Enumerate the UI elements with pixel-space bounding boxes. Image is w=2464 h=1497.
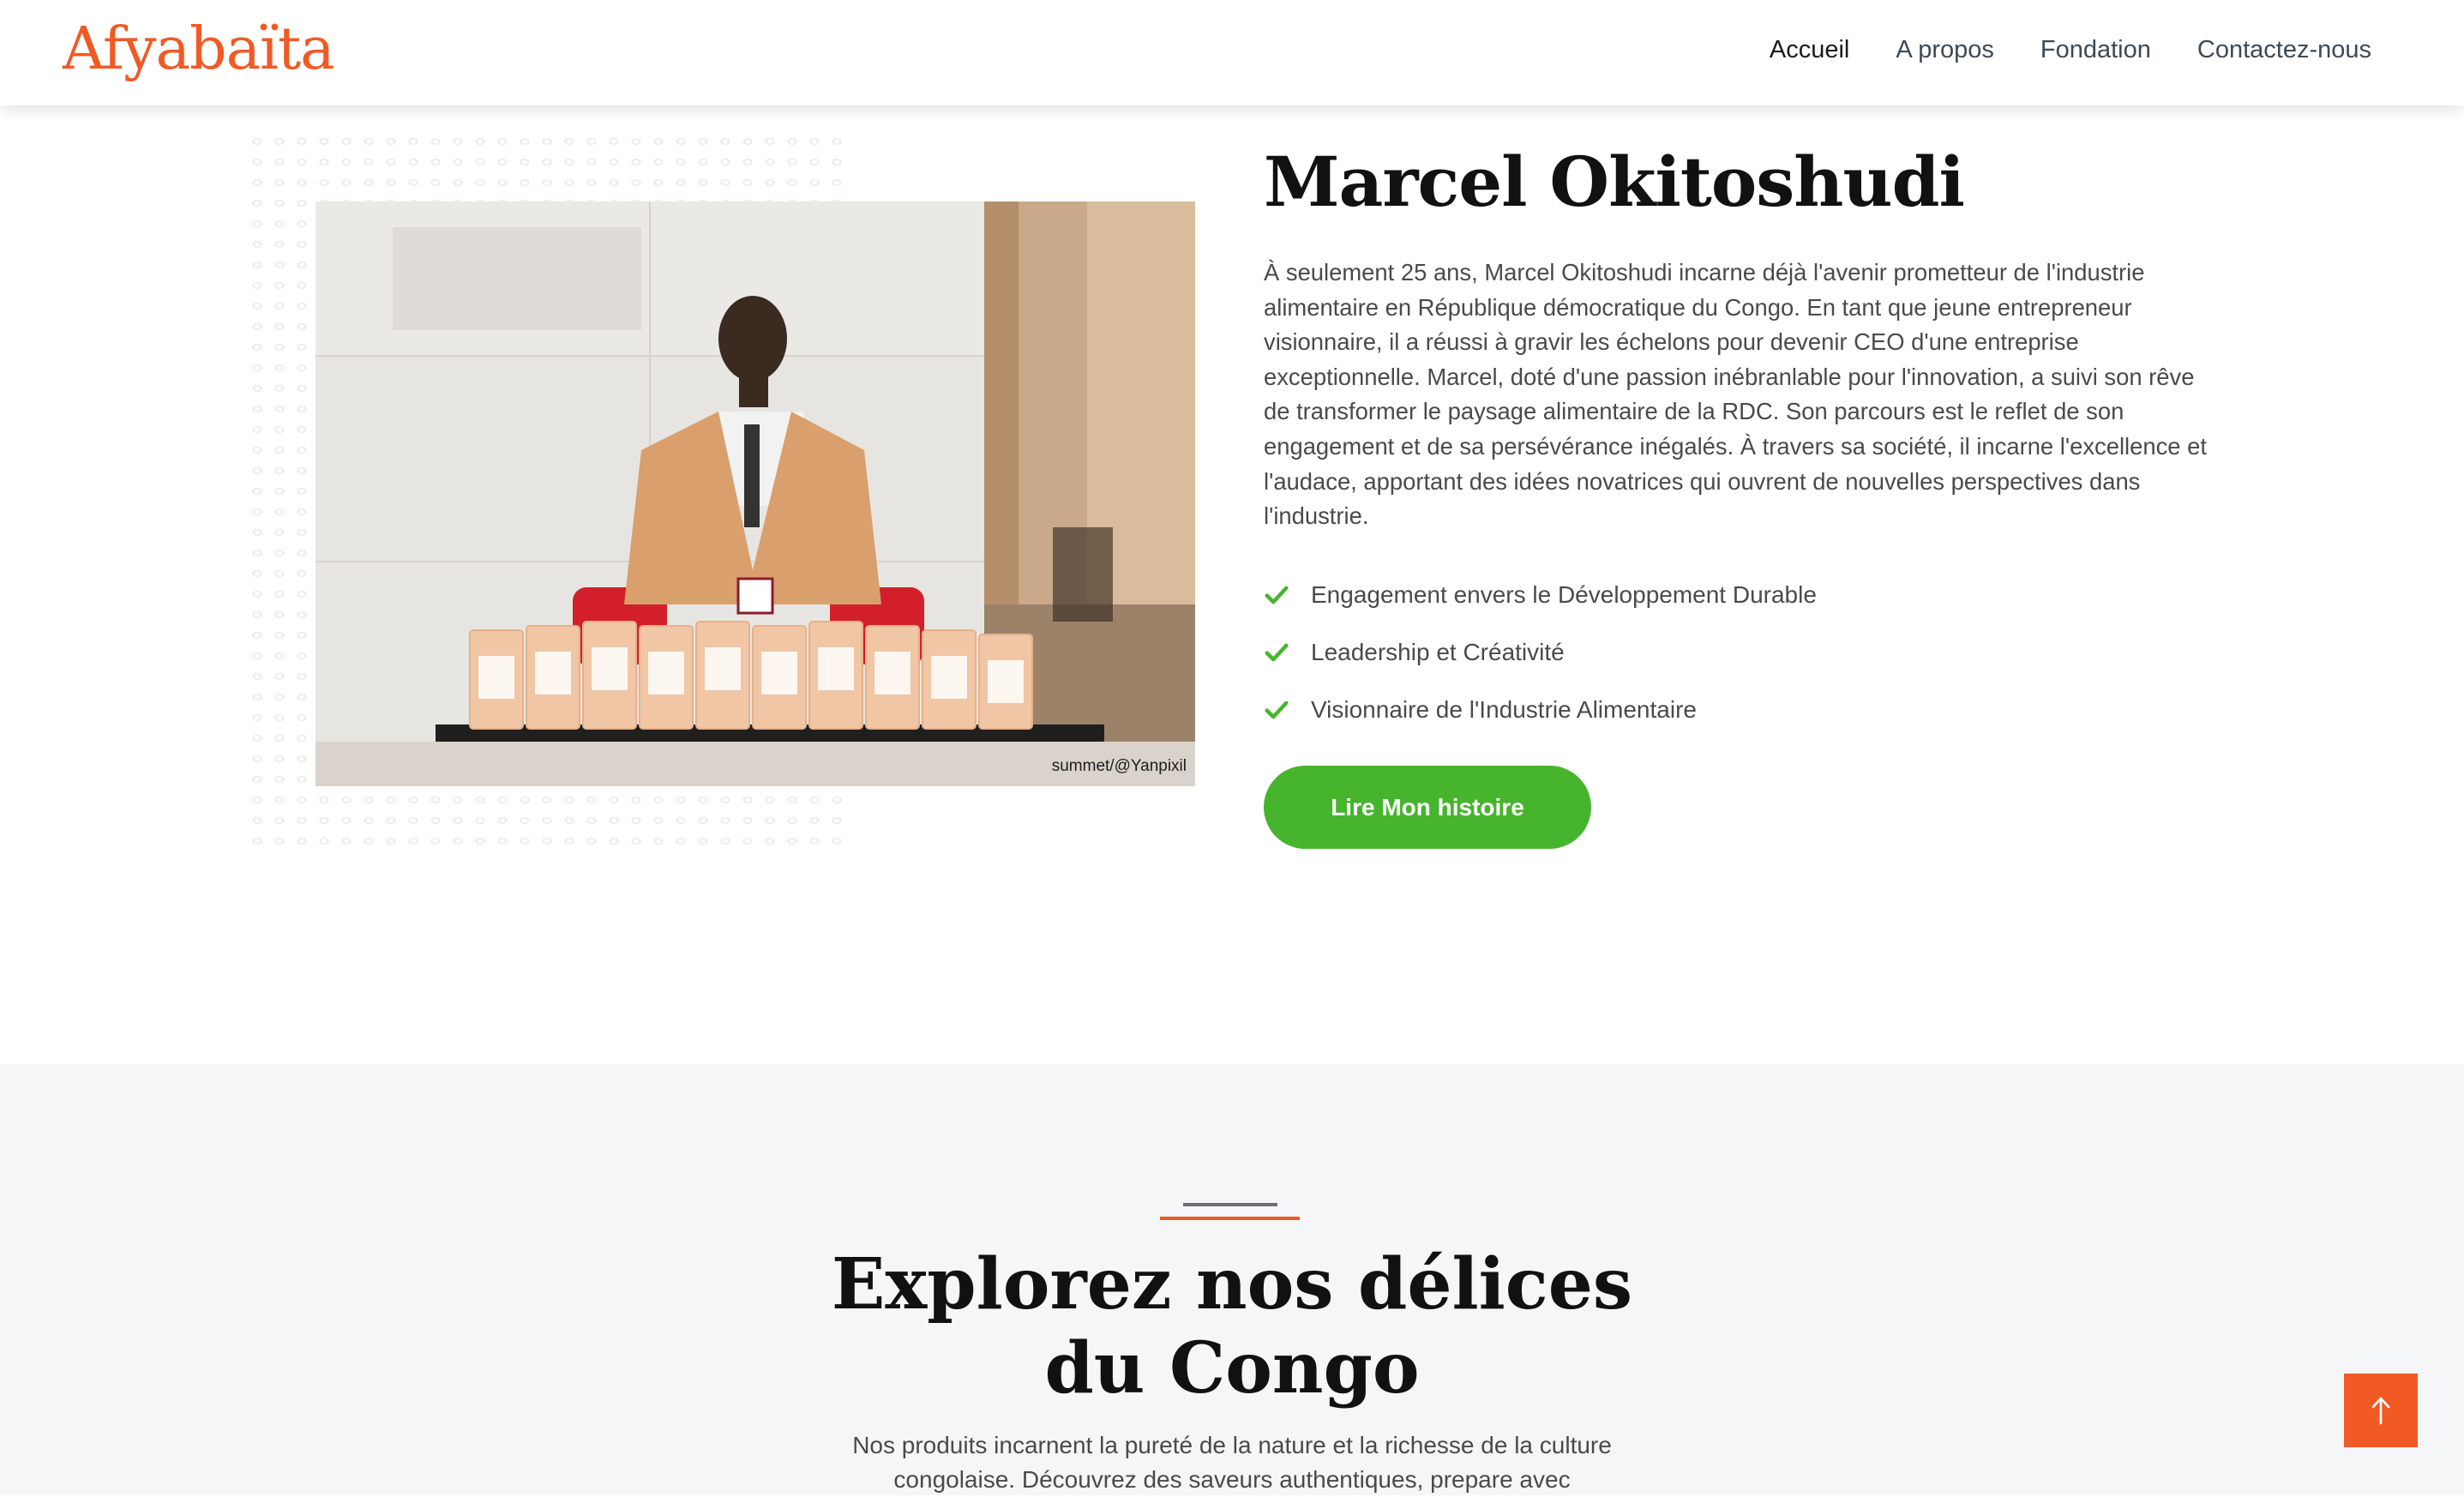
check-icon bbox=[1265, 643, 1289, 661]
nav-item-fondation[interactable]: Fondation bbox=[2040, 31, 2151, 69]
main-nav: Accueil A propos Fondation Contactez-nou… bbox=[1770, 31, 2371, 69]
feature-item: Engagement envers le Développement Durab… bbox=[1264, 566, 1817, 623]
check-icon bbox=[1265, 586, 1289, 604]
founder-photo: summet/@Yanpixil bbox=[316, 201, 1195, 786]
arrow-up-icon bbox=[2371, 1397, 2390, 1425]
nav-item-accueil[interactable]: Accueil bbox=[1770, 31, 1850, 69]
explore-section: Explorez nos délices du Congo Nos produi… bbox=[0, 1064, 2464, 1495]
nav-item-a-propos[interactable]: A propos bbox=[1896, 31, 1993, 69]
founder-name-heading: Marcel Okitoshudi bbox=[1264, 141, 1965, 222]
section-divider-dark bbox=[1183, 1203, 1277, 1206]
founder-bio: À seulement 25 ans, Marcel Okitoshudi in… bbox=[1264, 259, 2207, 530]
site-logo[interactable]: Afyabaïta bbox=[63, 12, 335, 87]
explore-heading-line2: du Congo bbox=[1044, 1327, 1420, 1410]
check-icon bbox=[1265, 700, 1289, 718]
feature-label: Engagement envers le Développement Durab… bbox=[1311, 580, 1817, 608]
photo-credit: summet/@Yanpixil bbox=[1051, 757, 1187, 775]
feature-item: Leadership et Créativité bbox=[1264, 623, 1817, 681]
back-to-top-button[interactable] bbox=[2344, 1374, 2418, 1447]
site-header: Afyabaïta Accueil A propos Fondation Con… bbox=[0, 0, 2464, 105]
nav-item-contact[interactable]: Contactez-nous bbox=[2197, 31, 2371, 69]
read-story-button[interactable]: Lire Mon histoire bbox=[1264, 766, 1591, 849]
explore-heading-line1: Explorez nos délices bbox=[831, 1243, 1633, 1326]
section-divider-accent bbox=[1160, 1217, 1300, 1220]
explore-description: Nos produits incarnent la pureté de la n… bbox=[852, 1432, 1612, 1493]
explore-heading: Explorez nos délices du Congo bbox=[0, 1242, 2464, 1410]
feature-label: Visionnaire de l'Industrie Alimentaire bbox=[1311, 695, 1697, 723]
feature-item: Visionnaire de l'Industrie Alimentaire bbox=[1264, 681, 1817, 738]
feature-list: Engagement envers le Développement Durab… bbox=[1264, 566, 1817, 738]
feature-label: Leadership et Créativité bbox=[1311, 638, 1565, 665]
founder-photo-illustration bbox=[316, 201, 1195, 786]
